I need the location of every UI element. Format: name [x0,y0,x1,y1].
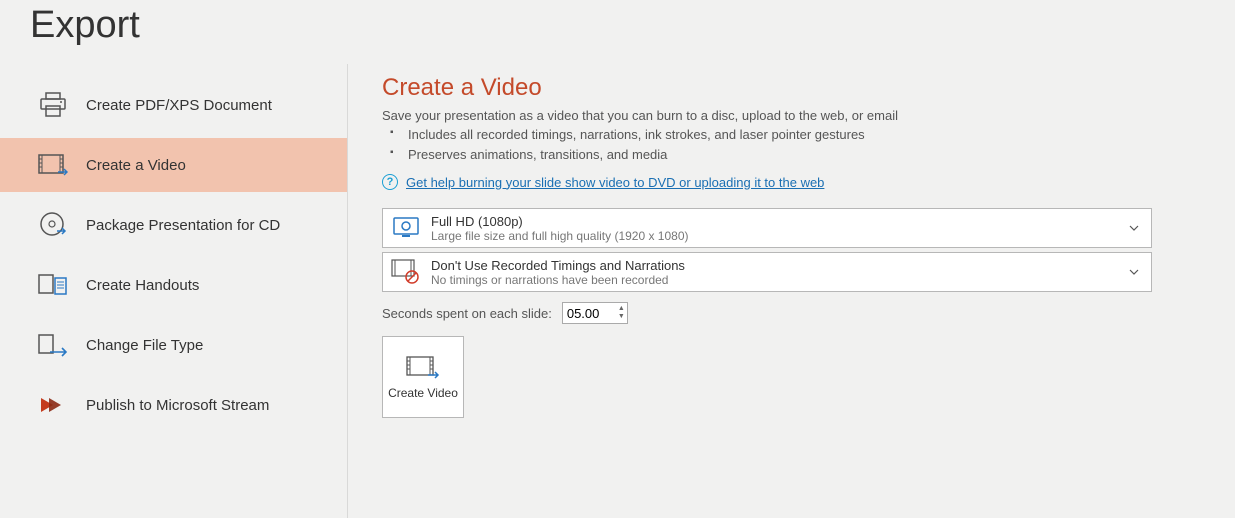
sidebar-item-pdf-xps[interactable]: Create PDF/XPS Document [0,78,347,132]
sidebar-item-create-video[interactable]: Create a Video [0,138,347,192]
cd-icon [38,210,68,240]
section-title: Create a Video [382,74,1195,102]
resolution-subtitle: Large file size and full high quality (1… [431,229,1141,243]
export-sidebar: Create PDF/XPS Document Create a Video P… [0,64,348,518]
seconds-label: Seconds spent on each slide: [382,306,552,321]
create-video-button[interactable]: Create Video [382,336,464,418]
stream-icon [38,390,68,420]
seconds-input[interactable] [563,304,609,323]
spinner-down-icon[interactable]: ▼ [618,313,625,321]
printer-icon [38,90,68,120]
sidebar-item-label: Change File Type [86,337,203,354]
sidebar-item-label: Create PDF/XPS Document [86,97,272,114]
sidebar-item-change-file-type[interactable]: Change File Type [0,318,347,372]
resolution-dropdown[interactable]: Full HD (1080p) Large file size and full… [382,208,1152,248]
feature-list: Includes all recorded timings, narration… [382,125,1195,164]
sidebar-item-label: Publish to Microsoft Stream [86,397,269,414]
seconds-spinner[interactable]: ▲ ▼ [562,302,628,324]
feature-item: Includes all recorded timings, narration… [390,125,1195,145]
help-icon: ? [382,174,398,190]
sidebar-item-package-cd[interactable]: Package Presentation for CD [0,198,347,252]
video-export-icon [38,150,68,180]
section-description: Save your presentation as a video that y… [382,108,1195,123]
sidebar-item-label: Create a Video [86,157,186,174]
main-panel: Create a Video Save your presentation as… [348,64,1235,518]
sidebar-item-label: Create Handouts [86,277,199,294]
timings-title: Don't Use Recorded Timings and Narration… [431,258,1141,273]
sidebar-item-create-handouts[interactable]: Create Handouts [0,258,347,312]
help-link[interactable]: Get help burning your slide show video t… [406,175,824,190]
change-file-icon [38,330,68,360]
timings-dropdown[interactable]: Don't Use Recorded Timings and Narration… [382,252,1152,292]
page-title: Export [0,6,1235,44]
chevron-down-icon [1129,269,1139,275]
sidebar-item-publish-stream[interactable]: Publish to Microsoft Stream [0,378,347,432]
spinner-up-icon[interactable]: ▲ [618,305,625,313]
no-timings-icon [391,257,421,287]
create-video-button-label: Create Video [388,386,458,400]
chevron-down-icon [1129,225,1139,231]
monitor-icon [391,213,421,243]
resolution-title: Full HD (1080p) [431,214,1141,229]
handouts-icon [38,270,68,300]
timings-subtitle: No timings or narrations have been recor… [431,273,1141,287]
video-export-icon [406,354,440,382]
sidebar-item-label: Package Presentation for CD [86,217,280,234]
feature-item: Preserves animations, transitions, and m… [390,145,1195,165]
